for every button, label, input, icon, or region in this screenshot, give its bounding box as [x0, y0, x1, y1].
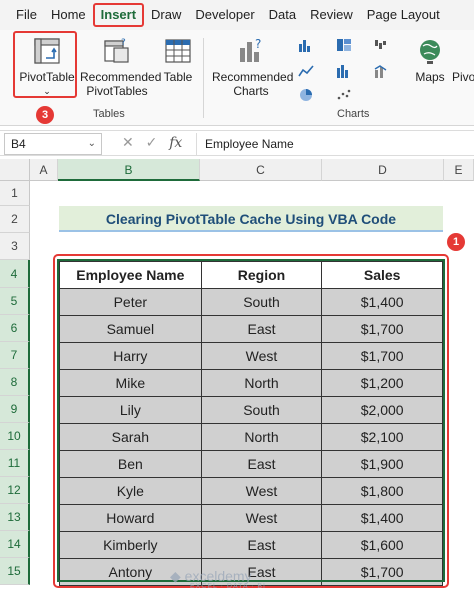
group-divider	[203, 38, 204, 118]
table-label: Table	[163, 70, 193, 84]
scatter-chart-icon[interactable]	[336, 88, 352, 102]
callout-badge-1: 1	[447, 233, 465, 251]
pivotchart-label: Pivot	[452, 70, 474, 84]
row-header-4[interactable]: 4	[0, 260, 30, 288]
row-header-3[interactable]: 3	[0, 233, 30, 260]
tab-page-layout[interactable]: Page Layout	[360, 3, 447, 27]
recommended-pivottables-label-1: Recommended	[80, 70, 162, 84]
row-header-2[interactable]: 2	[0, 206, 30, 233]
watermark-tagline: EXCEL · DATA · BI	[190, 583, 266, 590]
formula-bar: B4 ⌄ ✕ ✓ fx Employee Name	[0, 130, 474, 156]
ribbon-tabs: File Home Insert Draw Developer Data Rev…	[0, 0, 474, 30]
row-header-5[interactable]: 5	[0, 288, 30, 315]
recommended-charts-label-2: Charts	[233, 84, 269, 98]
table-icon	[165, 39, 191, 63]
row-header-11[interactable]: 11	[0, 450, 30, 477]
svg-text:?: ?	[121, 38, 126, 48]
line-chart-icon[interactable]	[298, 64, 314, 78]
enter-icon[interactable]: ✓	[146, 134, 158, 150]
maps-label: Maps	[415, 70, 445, 84]
recommended-charts-label-1: Recommended	[212, 70, 294, 84]
pie-chart-icon[interactable]	[298, 88, 314, 102]
waterfall-chart-icon[interactable]	[374, 38, 390, 52]
globe-icon	[420, 40, 440, 64]
recommended-charts-icon: ?	[240, 37, 261, 62]
row-header-1[interactable]: 1	[0, 181, 30, 206]
recommended-pivottables-label-2: PivotTables	[86, 84, 148, 98]
statistic-chart-icon[interactable]	[336, 64, 352, 78]
row-header-6[interactable]: 6	[0, 315, 30, 342]
column-header-b[interactable]: B	[58, 159, 200, 181]
charts-group-label: Charts	[337, 108, 370, 120]
exceldemy-logo-icon: ◆	[170, 568, 181, 584]
tab-file[interactable]: File	[0, 3, 44, 27]
row-header-7[interactable]: 7	[0, 342, 30, 369]
recommended-charts-button[interactable]: ? Recommended Charts	[212, 36, 294, 98]
row-header-15[interactable]: 15	[0, 558, 30, 585]
row-header-14[interactable]: 14	[0, 531, 30, 558]
maps-button[interactable]: Maps	[410, 36, 450, 84]
select-all-corner[interactable]	[0, 159, 30, 181]
row-header-8[interactable]: 8	[0, 369, 30, 396]
ribbon: PivotTable ⌄ ? Recommended PivotTables T…	[0, 30, 474, 126]
name-box[interactable]: B4 ⌄	[4, 133, 102, 155]
tab-developer[interactable]: Developer	[188, 3, 261, 27]
row-header-9[interactable]: 9	[0, 396, 30, 423]
sheet-title[interactable]: Clearing PivotTable Cache Using VBA Code	[59, 206, 443, 232]
tab-draw[interactable]: Draw	[144, 3, 188, 27]
hierarchy-chart-icon[interactable]	[336, 38, 352, 52]
row-header-10[interactable]: 10	[0, 423, 30, 450]
watermark-name: exceldemy	[184, 568, 252, 584]
column-header-d[interactable]: D	[322, 159, 444, 181]
column-header-c[interactable]: C	[200, 159, 322, 181]
table-button[interactable]: Table	[160, 36, 196, 84]
chevron-down-icon[interactable]: ⌄	[88, 134, 96, 154]
tables-group-label: Tables	[93, 108, 125, 120]
pivotchart-button[interactable]: Pivot	[452, 36, 474, 84]
recommended-pivottables-button[interactable]: ? Recommended PivotTables	[80, 36, 162, 98]
row-header-12[interactable]: 12	[0, 477, 30, 504]
column-chart-icon[interactable]	[298, 38, 314, 52]
pivottable-highlight	[13, 31, 77, 98]
tab-data[interactable]: Data	[262, 3, 303, 27]
svg-text:?: ?	[255, 37, 261, 51]
callout-badge-3: 3	[36, 106, 54, 124]
row-header-13[interactable]: 13	[0, 504, 30, 531]
table-highlight	[53, 254, 449, 588]
insert-function-icon[interactable]: fx	[169, 135, 182, 151]
tab-insert[interactable]: Insert	[92, 3, 145, 27]
combo-chart-icon[interactable]	[374, 64, 390, 78]
column-header-a[interactable]: A	[30, 159, 58, 181]
cancel-icon[interactable]: ✕	[122, 134, 134, 150]
watermark: ◆ exceldemy EXCEL · DATA · BI	[170, 568, 266, 590]
column-header-e[interactable]: E	[444, 159, 474, 181]
formula-controls: ✕ ✓ fx	[122, 134, 182, 151]
tab-review[interactable]: Review	[303, 3, 360, 27]
formula-input[interactable]: Employee Name	[196, 133, 470, 155]
tab-home[interactable]: Home	[44, 3, 93, 27]
name-box-value: B4	[11, 137, 26, 151]
recommended-pivottables-icon: ?	[104, 38, 129, 63]
